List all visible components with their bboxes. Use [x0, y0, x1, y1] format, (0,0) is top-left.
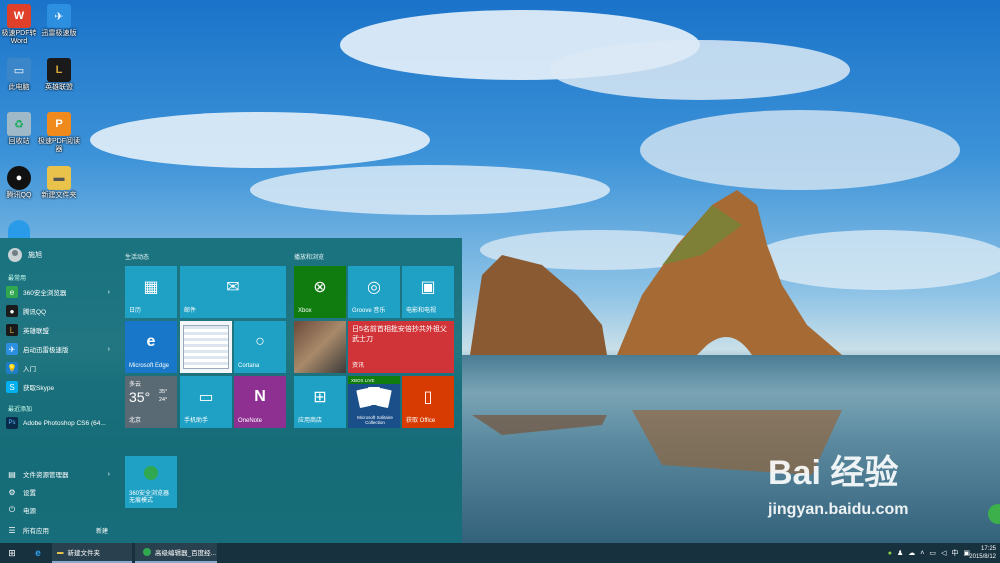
chevron-right-icon[interactable]: › — [108, 346, 110, 353]
tile-weather[interactable]: 多云 35° 35° 24° 北京 — [125, 376, 177, 428]
tile-edge[interactable]: e Microsoft Edge — [125, 321, 177, 373]
new-badge: 新建 — [96, 528, 109, 535]
tile-phone-assistant[interactable]: ▭ 手机助手 — [180, 376, 232, 428]
file-explorer-item[interactable]: ▤ 文件资源管理器 › — [6, 466, 114, 482]
edge-icon: e — [146, 333, 156, 350]
lol-icon: L — [47, 58, 71, 82]
app-item-qq[interactable]: ● 腾讯QQ — [6, 303, 114, 319]
lightbulb-icon: 💡 — [6, 362, 18, 374]
office-icon: ▯ — [423, 389, 433, 406]
pdf-reader-icon: P — [47, 112, 71, 136]
store-bag-icon: ⊞ — [313, 389, 327, 406]
settings-item[interactable]: ⚙ 设置 — [6, 484, 114, 500]
user-tray-icon[interactable]: ♟ — [897, 549, 903, 557]
thunder-icon: ✈ — [47, 4, 71, 28]
clock[interactable]: 17:25 2015/8/12 — [969, 545, 996, 561]
gear-icon: ⚙ — [8, 487, 16, 497]
recent-heading: 最近添加 — [8, 407, 33, 413]
tile-groove[interactable]: ◎ Groove 音乐 — [348, 266, 400, 318]
calendar-icon: ▦ — [143, 279, 159, 296]
volume-icon[interactable]: ◁ — [941, 549, 946, 557]
edge-taskbar-button[interactable]: e — [24, 543, 52, 563]
mail-icon: ✉ — [226, 279, 240, 296]
cortana-icon: ○ — [255, 333, 265, 350]
user-account[interactable]: 施旭 — [8, 248, 42, 262]
qq-icon: ● — [7, 166, 31, 190]
app-item-lol[interactable]: L 英雄联盟 — [6, 322, 114, 338]
app-item-thunder[interactable]: ✈ 启动迅雷极速版 › — [6, 341, 114, 357]
desktop-icon-lol[interactable]: L 英雄联盟 — [36, 58, 82, 92]
clapperboard-icon: ▣ — [420, 279, 436, 296]
browser-360-icon: e — [6, 286, 18, 298]
group-title-life: 生活动态 — [125, 255, 150, 261]
system-tray: ● ♟ ☁ ˄ ▭ ◁ 中 ▣ — [888, 543, 970, 563]
power-icon: ⏻ — [8, 505, 16, 514]
tile-news-image[interactable] — [294, 321, 346, 373]
tile-news[interactable]: 日5名前首相批安倍抄共外祖父武士刀 资讯 — [348, 321, 454, 373]
tile-screenshot-preview[interactable] — [180, 321, 232, 373]
tile-mail[interactable]: ✉ 邮件 — [180, 266, 286, 318]
taskbar-item-folder[interactable]: ▬ 新建文件夹 — [52, 543, 132, 563]
power-item[interactable]: ⏻ 电源 — [6, 502, 114, 518]
group-title-play: 播放和浏览 — [294, 255, 325, 261]
chevron-up-icon[interactable]: ˄ — [920, 550, 924, 557]
browser-360-icon — [143, 548, 151, 556]
tile-calendar[interactable]: ▦ 日历 — [125, 266, 177, 318]
tile-office[interactable]: ▯ 获取 Office — [402, 376, 454, 428]
window-preview — [183, 325, 229, 369]
input-method-icon[interactable]: 中 — [951, 548, 958, 558]
tile-onenote[interactable]: N OneNote — [234, 376, 286, 428]
pdf-word-icon: W — [7, 4, 31, 28]
desktop-icon-thunder[interactable]: ✈ 迅雷极速版 — [36, 4, 82, 38]
qq-icon: ● — [6, 305, 18, 317]
desktop-icon-partial[interactable] — [8, 220, 30, 238]
most-used-heading: 最常用 — [8, 276, 27, 282]
cloud-tray-icon[interactable]: ☁ — [908, 549, 915, 557]
avatar — [8, 248, 22, 262]
playing-cards-icon — [356, 387, 392, 411]
recycle-bin-icon: ♻ — [7, 112, 31, 136]
file-explorer-icon: ▤ — [8, 469, 16, 479]
all-apps-icon: ☰ — [8, 525, 16, 535]
groove-icon: ◎ — [367, 279, 381, 296]
tile-solitaire[interactable]: XBOX LIVE Microsoft Solitaire Collection — [348, 376, 400, 428]
green-app-tray-icon[interactable]: ● — [888, 550, 892, 557]
start-menu: 施旭 最常用 e 360安全浏览器 › ● 腾讯QQ L 英雄联盟 ✈ 启动迅雷… — [0, 238, 462, 543]
tile-store[interactable]: ⊞ 应用商店 — [294, 376, 346, 428]
folder-icon: ▬ — [57, 548, 64, 556]
app-item-get-started[interactable]: 💡 入门 — [6, 360, 114, 376]
all-apps-item[interactable]: ☰ 所有应用 新建 — [6, 522, 114, 538]
chevron-right-icon[interactable]: › — [108, 471, 110, 478]
thunder-icon: ✈ — [6, 343, 18, 355]
computer-icon: ▭ — [7, 58, 31, 82]
onenote-icon: N — [254, 388, 266, 405]
tile-xbox[interactable]: ⊗ Xbox — [294, 266, 346, 318]
phone-icon: ▭ — [198, 389, 214, 406]
app-item-skype[interactable]: S 获取Skype — [6, 379, 114, 395]
rock-formation — [470, 190, 842, 475]
desktop-icon-new-folder[interactable]: ▬ 新建文件夹 — [36, 166, 82, 200]
start-button[interactable]: ⊞ — [0, 543, 24, 563]
folder-icon: ▬ — [47, 166, 71, 190]
start-left-column: 施旭 最常用 e 360安全浏览器 › ● 腾讯QQ L 英雄联盟 ✈ 启动迅雷… — [0, 238, 118, 543]
lol-icon: L — [6, 324, 18, 336]
tile-movies[interactable]: ▣ 电影和电视 — [402, 266, 454, 318]
chevron-right-icon[interactable]: › — [108, 289, 110, 296]
network-icon[interactable]: ▭ — [929, 549, 936, 557]
baidu-watermark: Bai 经验 jingyan.baidu.com — [768, 454, 909, 518]
desktop-icon-pdf-reader[interactable]: P 极速PDF阅读器 — [36, 112, 82, 154]
skype-icon: S — [6, 381, 18, 393]
taskbar: ⊞ e ▬ 新建文件夹 高级编辑器_百度经... ● ♟ ☁ ˄ ▭ ◁ 中 ▣… — [0, 543, 1000, 563]
app-item-photoshop[interactable]: Ps Adobe Photoshop CS6 (64... — [6, 415, 114, 431]
xbox-icon: ⊗ — [313, 279, 327, 296]
taskbar-item-browser[interactable]: 高级编辑器_百度经... — [135, 543, 217, 563]
tile-cortana[interactable]: ○ Cortana — [234, 321, 286, 373]
app-item-360-browser[interactable]: e 360安全浏览器 › — [6, 284, 114, 300]
photoshop-icon: Ps — [6, 417, 18, 429]
browser-360-icon — [125, 456, 177, 490]
tile-360-incognito[interactable]: 360安全浏览器 无痕模式 — [125, 456, 177, 508]
